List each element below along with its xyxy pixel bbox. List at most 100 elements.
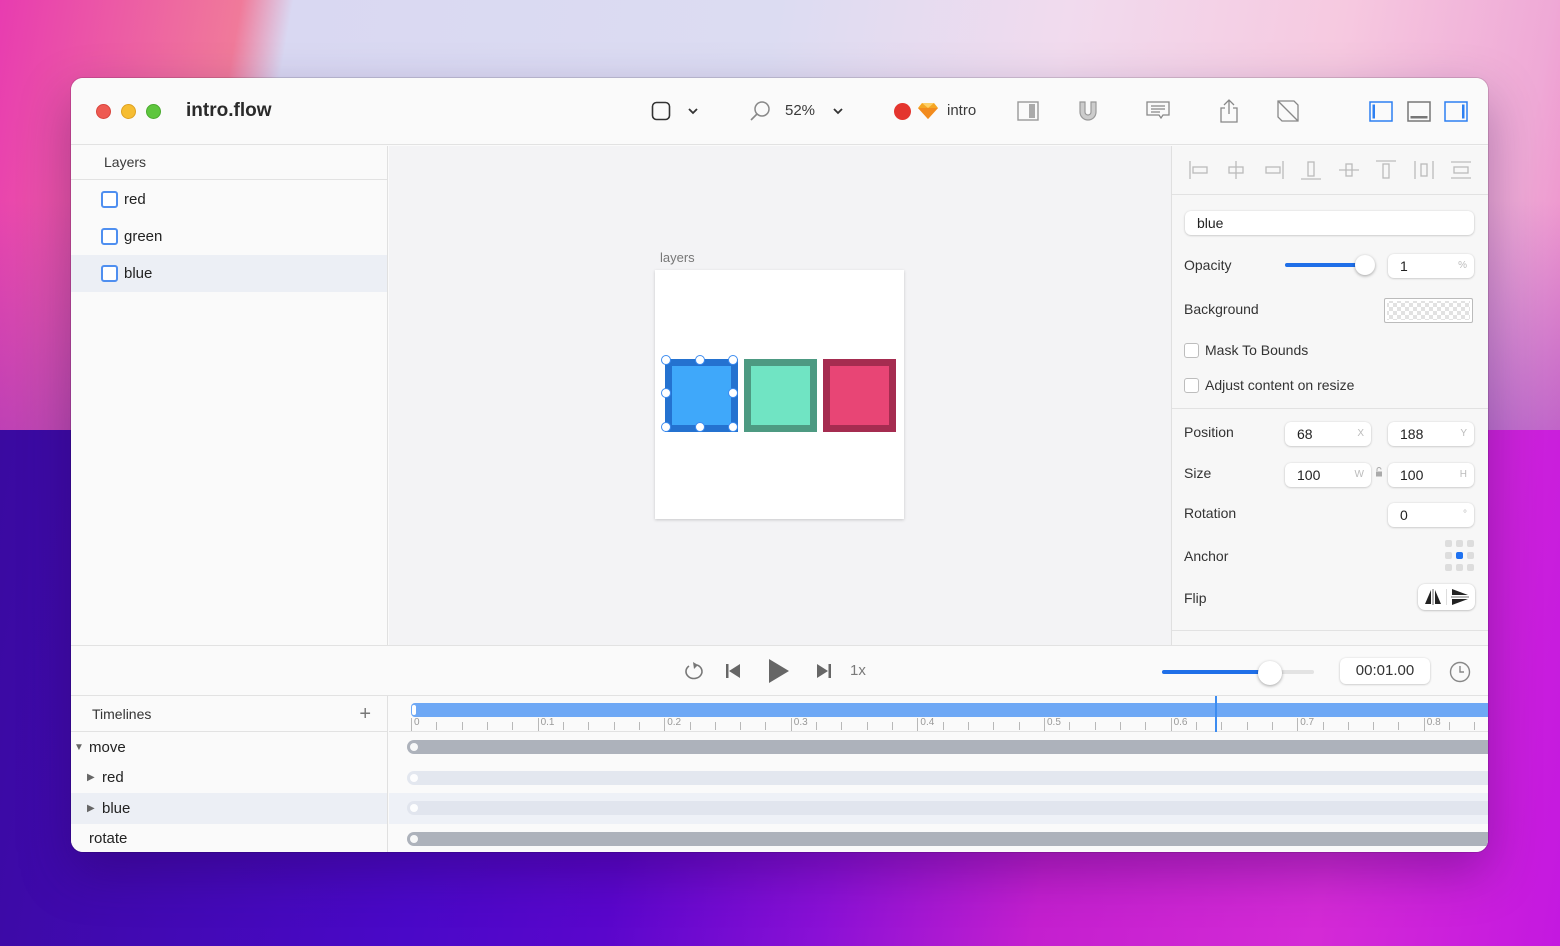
lock-icon[interactable] [1375, 467, 1383, 477]
track-start-knob[interactable] [410, 804, 418, 812]
mask-to-bounds-checkbox[interactable] [1184, 343, 1199, 358]
playback-scrubber[interactable] [1162, 661, 1314, 685]
track-start-knob[interactable] [410, 773, 418, 782]
artboard[interactable] [655, 270, 904, 519]
playhead[interactable] [1214, 696, 1217, 732]
track-start-knob[interactable] [410, 743, 418, 751]
skip-forward-button[interactable] [813, 659, 835, 683]
resize-handle-right[interactable] [728, 388, 738, 398]
resize-handle-top-right[interactable] [728, 355, 738, 365]
opacity-slider-knob[interactable] [1355, 255, 1375, 275]
rotation-value: 0 [1400, 507, 1408, 523]
anchor-center[interactable] [1456, 552, 1463, 559]
skip-back-button[interactable] [722, 659, 744, 683]
resize-handle-left[interactable] [661, 388, 671, 398]
background-color-well[interactable] [1384, 298, 1473, 323]
zoom-dropdown[interactable] [829, 96, 847, 126]
play-button[interactable] [764, 656, 794, 686]
distribute-h-icon[interactable] [1413, 160, 1435, 180]
track-start-knob[interactable] [410, 834, 418, 843]
layer-item-green[interactable]: green [71, 218, 387, 255]
track-bar-blue[interactable] [407, 801, 1488, 815]
background-label: Background [1184, 301, 1259, 317]
track-bar-move[interactable] [407, 740, 1488, 754]
loop-button[interactable] [682, 659, 706, 683]
anchor-right[interactable] [1467, 552, 1474, 559]
zoom-level[interactable]: 52% [785, 102, 815, 119]
position-x-field[interactable]: 68 X [1285, 422, 1371, 446]
layer-name-field[interactable]: blue [1185, 211, 1474, 235]
anchor-bottom-right[interactable] [1467, 564, 1474, 571]
distribute-v-icon[interactable] [1450, 160, 1472, 180]
scene-name[interactable]: intro [947, 102, 976, 119]
flip-horizontal-icon[interactable] [1423, 588, 1443, 606]
align-center-h-icon[interactable] [1225, 160, 1247, 180]
timeline-row-blue[interactable]: ▶ blue [71, 793, 387, 824]
anchor-left[interactable] [1445, 552, 1452, 559]
align-bottom-icon[interactable] [1300, 160, 1322, 180]
maximize-window-button[interactable] [146, 104, 161, 119]
anchor-bottom-left[interactable] [1445, 564, 1452, 571]
time-ruler[interactable]: 0 0.1 0.2 0.3 0.4 0.5 0.6 0.7 0.8 [389, 696, 1488, 732]
resize-handle-top-left[interactable] [661, 355, 671, 365]
anchor-top[interactable] [1456, 540, 1463, 547]
rotation-field[interactable]: 0 ° [1388, 503, 1474, 527]
shape-red[interactable] [823, 359, 896, 432]
align-right-icon[interactable] [1263, 160, 1285, 180]
size-width-field[interactable]: 100 W [1285, 463, 1371, 487]
snap-button[interactable] [1076, 96, 1100, 126]
canvas[interactable]: layers [389, 146, 1171, 645]
timing-button[interactable] [1448, 660, 1472, 684]
close-window-button[interactable] [96, 104, 111, 119]
sidebar-toggle-button[interactable] [1016, 96, 1040, 126]
anchor-top-left[interactable] [1445, 540, 1452, 547]
anchor-bottom[interactable] [1456, 564, 1463, 571]
expanded-triangle-icon[interactable]: ▼ [74, 742, 89, 753]
resize-handle-bottom[interactable] [695, 422, 705, 432]
layer-item-blue[interactable]: blue [71, 255, 387, 292]
anchor-top-right[interactable] [1467, 540, 1474, 547]
scrubber-knob[interactable] [1258, 661, 1282, 685]
shape-tool-dropdown[interactable] [683, 96, 703, 126]
range-start-handle[interactable] [412, 705, 416, 715]
size-height-field[interactable]: 100 H [1388, 463, 1474, 487]
h-unit: H [1459, 469, 1467, 480]
track-bar-red[interactable] [407, 770, 1488, 785]
align-left-icon[interactable] [1188, 160, 1210, 180]
toggle-bottom-panel-button[interactable] [1406, 96, 1432, 126]
share-button[interactable] [1217, 96, 1241, 126]
add-timeline-button[interactable]: + [359, 696, 371, 732]
preview-button[interactable] [1276, 96, 1300, 126]
time-range-bar[interactable] [411, 703, 1488, 717]
timeline-row-move[interactable]: ▼ move [71, 732, 387, 763]
scene-color-dot[interactable] [894, 103, 911, 120]
shape-blue[interactable] [665, 359, 738, 432]
comments-button[interactable] [1145, 96, 1171, 126]
shape-green[interactable] [744, 359, 817, 432]
resize-handle-bottom-right[interactable] [728, 422, 738, 432]
resize-handle-bottom-left[interactable] [661, 422, 671, 432]
collapsed-triangle-icon[interactable]: ▶ [87, 803, 102, 814]
resize-handle-top[interactable] [695, 355, 705, 365]
track-bar-rotate[interactable] [407, 831, 1488, 846]
align-top-icon[interactable] [1375, 160, 1397, 180]
opacity-slider[interactable] [1285, 255, 1375, 275]
align-center-v-icon[interactable] [1338, 160, 1360, 180]
position-y-field[interactable]: 188 Y [1388, 422, 1474, 446]
layer-item-red[interactable]: red [71, 181, 387, 218]
adjust-content-checkbox[interactable] [1184, 378, 1199, 393]
toggle-right-panel-button[interactable] [1443, 96, 1469, 126]
toggle-left-panel-button[interactable] [1368, 96, 1394, 126]
timeline-row-rotate[interactable]: rotate [71, 824, 387, 853]
ruler-label: 0.2 [667, 717, 682, 728]
opacity-field[interactable]: 1 % [1388, 254, 1474, 278]
zoom-button[interactable] [747, 96, 773, 126]
shape-tool-button[interactable] [649, 96, 673, 126]
timeline-row-red[interactable]: ▶ red [71, 763, 387, 794]
playback-speed[interactable]: 1x [850, 662, 866, 679]
collapsed-triangle-icon[interactable]: ▶ [87, 772, 102, 783]
minimize-window-button[interactable] [121, 104, 136, 119]
current-time-field[interactable]: 00:01.00 [1340, 658, 1430, 684]
flip-vertical-icon[interactable] [1450, 588, 1470, 606]
anchor-picker[interactable] [1445, 540, 1477, 572]
